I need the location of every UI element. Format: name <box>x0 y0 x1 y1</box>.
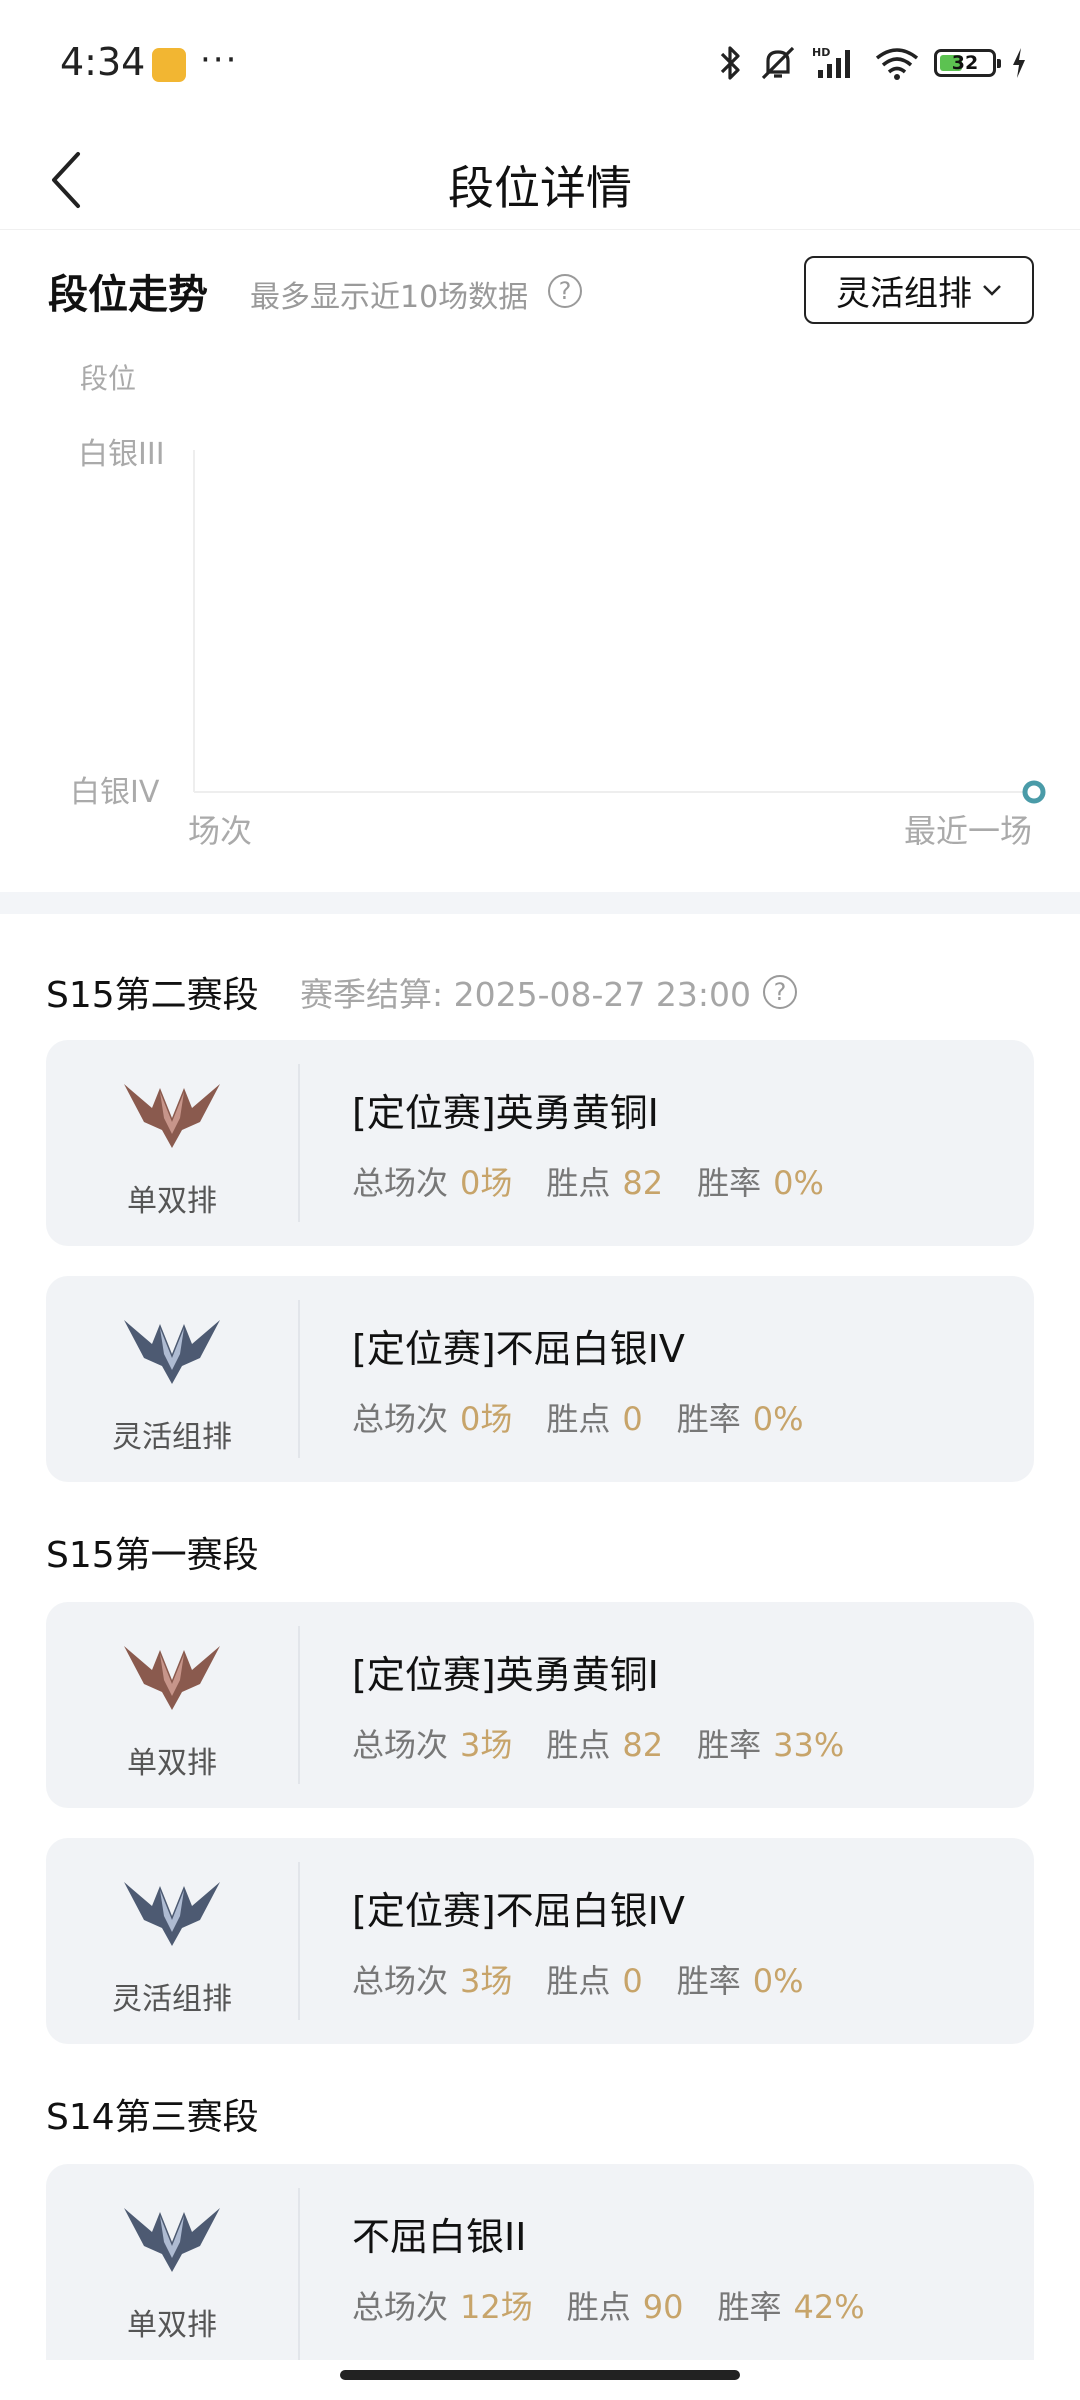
games-label: 总场次 <box>352 1962 449 2000</box>
rank-title: [定位赛]英勇黄铜I <box>352 1653 659 1697</box>
points-value: 82 <box>622 1164 664 1202</box>
help-icon[interactable]: ? <box>548 274 582 308</box>
rank-card[interactable]: 灵活组排 [定位赛]不屈白银IV 总场次 0场 胜点 0 胜率 0% <box>46 1276 1034 1482</box>
points-label: 胜点 <box>546 1164 611 1202</box>
winrate-value: 0% <box>752 1962 804 2000</box>
winrate-value: 0% <box>773 1164 824 1202</box>
games-label: 总场次 <box>352 2288 449 2326</box>
winrate-label: 胜率 <box>676 1400 741 1438</box>
season-header: S15第二赛段 <box>46 975 259 1016</box>
points-value: 82 <box>622 1726 664 1764</box>
queue-mode-select[interactable]: 灵活组排 <box>804 256 1034 324</box>
rank-title: [定位赛]英勇黄铜I <box>352 1091 659 1135</box>
x-tick-latest: 最近一场 <box>904 812 1032 850</box>
y-tick-silver-4: 白银IV <box>70 775 160 810</box>
points-value: 0 <box>622 1962 643 2000</box>
rank-title: [定位赛]不屈白银IV <box>352 1327 685 1371</box>
silver-rank-emblem-icon <box>124 1320 220 1384</box>
status-time: 4:34 <box>60 40 146 84</box>
svg-text:HD: HD <box>812 46 830 59</box>
points-value: 90 <box>642 2288 684 2326</box>
battery-icon: 32 <box>934 49 1001 77</box>
rank-card[interactable]: 灵活组排 [定位赛]不屈白银IV 总场次 3场 胜点 0 胜率 0% <box>46 1838 1034 2044</box>
bronze-rank-emblem-icon <box>124 1646 220 1710</box>
games-label: 总场次 <box>352 1726 449 1764</box>
winrate-value: 33% <box>773 1726 845 1764</box>
games-value: 3场 <box>460 1726 513 1764</box>
winrate-label: 胜率 <box>676 1962 741 2000</box>
games-value: 12场 <box>460 2288 533 2326</box>
queue-label: 单双排 <box>127 1184 217 1219</box>
status-bar: 4:34 ··· HD 32 <box>0 0 1080 130</box>
winrate-label: 胜率 <box>697 1164 762 1202</box>
rank-title: 不屈白银II <box>352 2215 527 2259</box>
queue-label: 单双排 <box>127 1746 217 1781</box>
mute-bell-icon <box>761 46 795 80</box>
x-tick-games: 场次 <box>188 812 252 850</box>
y-axis-label: 段位 <box>80 362 136 395</box>
games-value: 0场 <box>460 1400 513 1438</box>
points-value: 0 <box>622 1400 643 1438</box>
points-label: 胜点 <box>546 1962 611 2000</box>
silver-rank-emblem-icon <box>124 1882 220 1946</box>
status-icons: HD 32 <box>718 44 1028 82</box>
points-label: 胜点 <box>546 1400 611 1438</box>
section-divider <box>0 892 1080 914</box>
rank-card[interactable]: 单双排 [定位赛]英勇黄铜I 总场次 3场 胜点 82 胜率 33% <box>46 1602 1034 1808</box>
rank-title: [定位赛]不屈白银IV <box>352 1889 685 1933</box>
points-label: 胜点 <box>566 2288 631 2326</box>
page-title: 段位详情 <box>448 161 632 215</box>
games-value: 0场 <box>460 1164 513 1202</box>
games-value: 3场 <box>460 1962 513 2000</box>
winrate-label: 胜率 <box>717 2288 782 2326</box>
nav-header: 段位详情 <box>0 130 1080 230</box>
queue-mode-label: 灵活组排 <box>836 273 972 314</box>
battery-level: 32 <box>951 52 979 74</box>
rank-stats: 总场次 12场 胜点 90 胜率 42% <box>352 2282 865 2328</box>
season-header: S15第一赛段 <box>46 1535 259 1576</box>
rank-stats: 总场次 0场 胜点 82 胜率 0% <box>352 1158 824 1204</box>
silver-rank-emblem-icon <box>124 2208 220 2272</box>
trend-subtitle: 最多显示近10场数据 <box>250 280 529 315</box>
y-tick-silver-3: 白银III <box>78 437 165 472</box>
home-indicator[interactable] <box>340 2370 740 2380</box>
games-label: 总场次 <box>352 1400 449 1438</box>
queue-label: 灵活组排 <box>112 1420 232 1455</box>
cellular-signal-icon: HD <box>812 46 850 78</box>
season-settlement: 赛季结算: 2025-08-27 23:00 ? <box>300 968 797 1016</box>
winrate-value: 0% <box>752 1400 804 1438</box>
rank-card[interactable]: 单双排 不屈白银II 总场次 12场 胜点 90 胜率 42% <box>46 2164 1034 2360</box>
winrate-value: 42% <box>793 2288 865 2326</box>
chevron-down-icon <box>983 285 1001 296</box>
wifi-icon <box>875 48 919 80</box>
season-header: S14第三赛段 <box>46 2097 259 2138</box>
queue-label: 单双排 <box>127 2308 217 2343</box>
queue-label: 灵活组排 <box>112 1982 232 2017</box>
games-label: 总场次 <box>352 1164 449 1202</box>
charging-bolt-icon <box>1013 48 1025 78</box>
more-notifications-icon: ··· <box>200 40 239 80</box>
season-settlement-text: 赛季结算: 2025-08-27 23:00 <box>300 975 751 1014</box>
rank-stats: 总场次 3场 胜点 0 胜率 0% <box>352 1956 804 2002</box>
data-point[interactable] <box>1022 780 1046 804</box>
bluetooth-icon <box>720 46 740 80</box>
help-icon[interactable]: ? <box>762 975 797 1009</box>
rank-stats: 总场次 0场 胜点 0 胜率 0% <box>352 1394 804 1440</box>
points-label: 胜点 <box>546 1726 611 1764</box>
winrate-label: 胜率 <box>697 1726 762 1764</box>
rank-card[interactable]: 单双排 [定位赛]英勇黄铜I 总场次 0场 胜点 82 胜率 0% <box>46 1040 1034 1246</box>
bronze-rank-emblem-icon <box>124 1084 220 1148</box>
trend-section-title: 段位走势 <box>48 272 208 318</box>
notes-app-icon <box>152 48 186 82</box>
rank-trend-chart: 段位 白银III 白银IV 场次 最近一场 <box>70 362 1046 850</box>
rank-stats: 总场次 3场 胜点 82 胜率 33% <box>352 1720 844 1766</box>
